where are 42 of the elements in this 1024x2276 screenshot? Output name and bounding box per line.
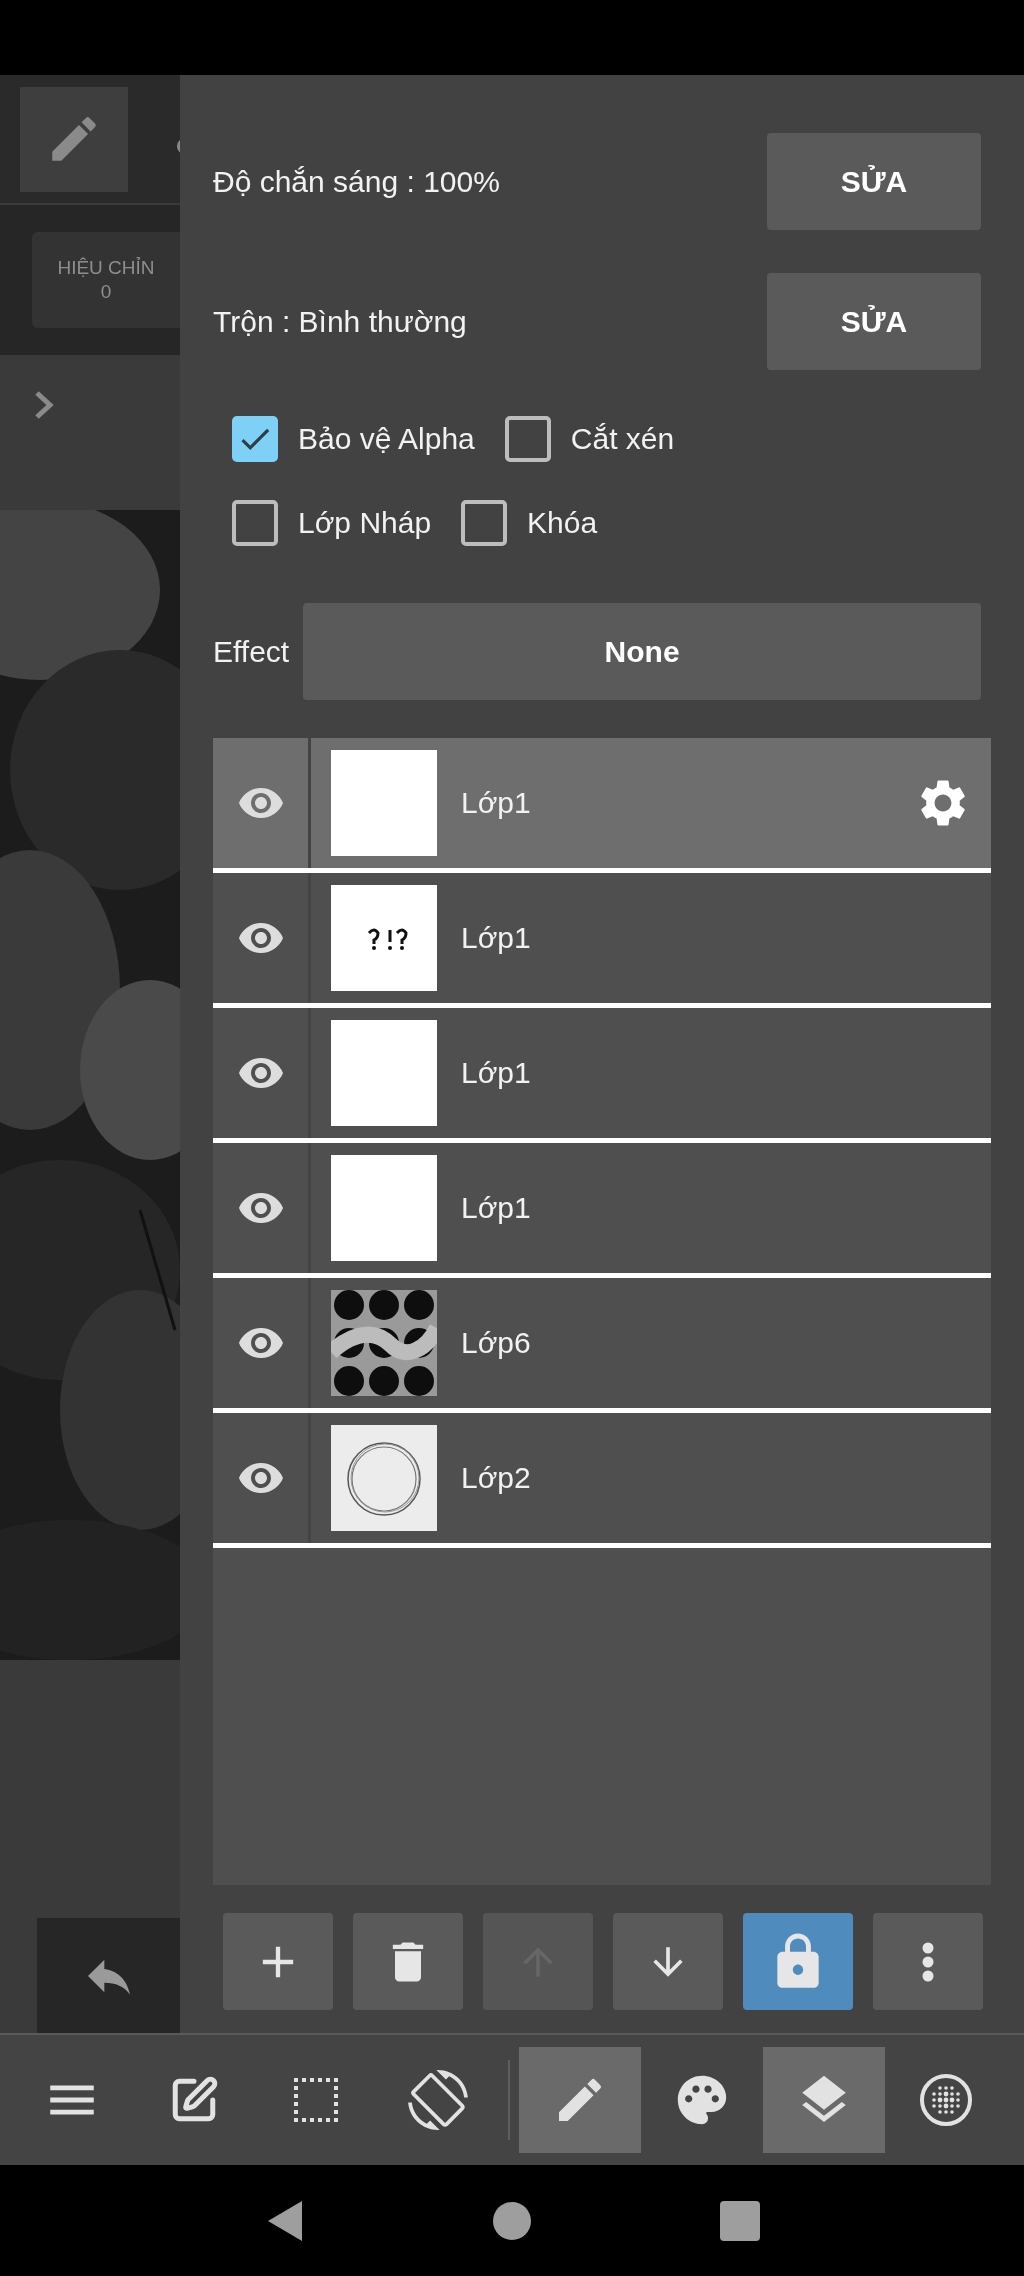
checkbox-label: Cắt xén	[570, 421, 675, 456]
more-button[interactable]	[873, 1913, 983, 2010]
layer-name: Lớp2	[461, 1461, 532, 1495]
checkbox[interactable]	[504, 415, 551, 462]
layer-row[interactable]: Lớp2	[213, 1413, 991, 1548]
layer-row[interactable]: Lớp1	[213, 738, 991, 873]
checkbox-label: Khóa	[527, 506, 598, 541]
lock-button[interactable]	[743, 1913, 853, 2010]
adjust-button[interactable]: HIỆU CHỈN 0	[32, 232, 180, 328]
edit-blend-button[interactable]: SỬA	[767, 273, 981, 370]
edit-opacity-button[interactable]: SỬA	[767, 133, 981, 230]
layer-row[interactable]: Lớp6	[213, 1278, 991, 1413]
effect-button[interactable]: None	[303, 603, 981, 700]
checkbox-label: Lớp Nháp	[298, 506, 432, 541]
pen-tool-button[interactable]	[20, 86, 128, 192]
effect-label: Effect	[213, 634, 290, 669]
layer-name: Lớp6	[461, 1326, 532, 1360]
checkbox[interactable]	[232, 500, 278, 547]
recents-icon[interactable]	[720, 2200, 760, 2241]
chevron-right-icon	[34, 390, 54, 420]
layer-name: Lớp1	[461, 786, 532, 820]
layer-row[interactable]: Lớp1	[213, 1143, 991, 1278]
layer-name: Lớp1	[461, 1191, 532, 1225]
grid-circle-icon	[918, 2072, 974, 2128]
undo-button[interactable]	[37, 1918, 180, 2033]
opacity-label: Độ chắn sáng : 100%	[213, 164, 500, 199]
home-icon[interactable]	[492, 2200, 532, 2241]
checkbox[interactable]	[461, 500, 508, 547]
checkbox[interactable]	[232, 415, 278, 462]
more-icon	[922, 1941, 934, 1982]
add-layer-button[interactable]	[223, 1913, 333, 2010]
layer-name: Lớp1	[461, 921, 532, 955]
checkbox-label: Bảo vệ Alpha	[298, 421, 475, 456]
delete-button[interactable]	[353, 1913, 463, 2010]
screen-rotation-icon	[408, 2070, 468, 2130]
layer-row[interactable]: Lớp1	[213, 873, 991, 1008]
layer-name: Lớp1	[461, 1056, 532, 1090]
pen-tool-button[interactable]	[519, 2047, 641, 2153]
layer-row[interactable]: Lớp1	[213, 1008, 991, 1143]
layers-button[interactable]	[763, 2047, 885, 2153]
blend-mode-label: Trộn : Bình thường	[213, 304, 467, 339]
move-down-button[interactable]	[613, 1913, 723, 2010]
